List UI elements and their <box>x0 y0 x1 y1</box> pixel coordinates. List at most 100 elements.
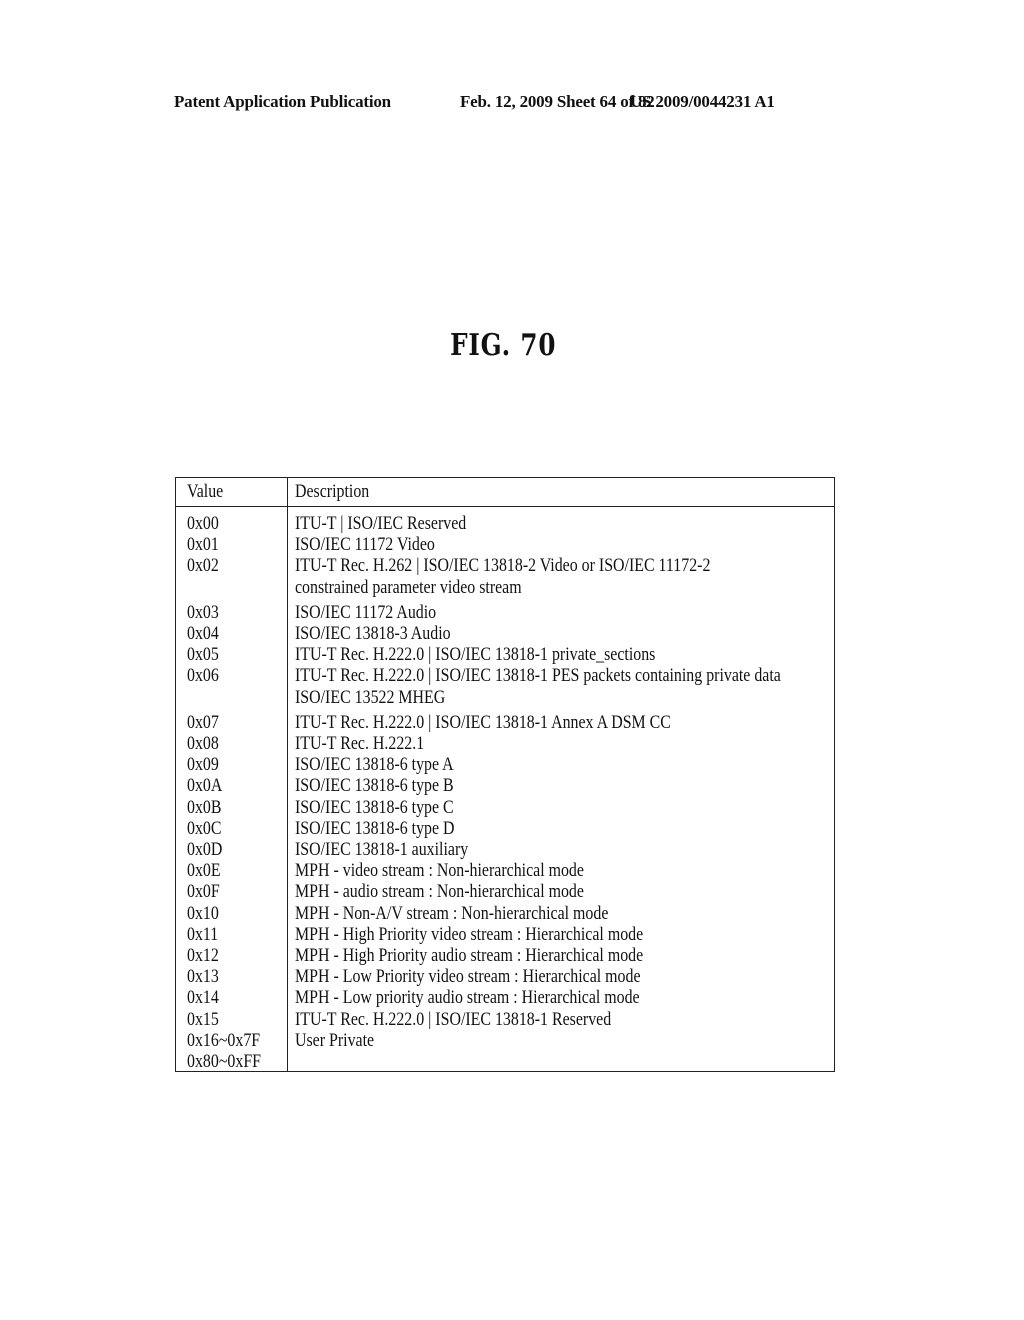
row-value: 0x04 <box>187 624 219 645</box>
row-description: ISO/IEC 11172 Audio <box>295 603 759 624</box>
description-line: ISO/IEC 13818-3 Audio <box>295 624 451 645</box>
table-row: 0x10 MPH - Non-A/V stream : Non-hierarchi… <box>176 904 834 925</box>
table-row: 0x0D ISO/IEC 13818-1 auxiliary <box>176 840 834 861</box>
description-line: MPH - High Priority audio stream : Hiera… <box>295 946 644 967</box>
row-value: 0x07 <box>187 712 219 733</box>
table-row: 0x13 MPH - Low Priority video stream : Hi… <box>176 967 834 988</box>
row-value: 0x15 <box>187 1009 219 1030</box>
stream-type-table: Value Description 0x00 ITU-T | ISO/IEC Re… <box>175 477 835 1072</box>
row-value: 0x80~0xFF <box>187 1052 262 1073</box>
row-description: ISO/IEC 13818-3 Audio <box>295 624 759 645</box>
publication-type: Patent Application Publication <box>174 92 391 111</box>
row-value: 0x0F <box>187 882 220 903</box>
description-line: ISO/IEC 13818-6 type C <box>295 797 454 818</box>
row-description: MPH - audio stream : Non-hierarchical mo… <box>295 882 759 903</box>
row-value: 0x0B <box>187 797 222 818</box>
row-value: 0x13 <box>187 967 219 988</box>
row-value: 0x01 <box>187 535 219 556</box>
row-value: 0x12 <box>187 946 219 967</box>
row-value: 0x0A <box>187 776 223 797</box>
row-value: 0x00 <box>187 514 219 534</box>
description-line: ITU-T Rec. H.262 | ISO/IEC 13818-2 Video… <box>295 556 711 577</box>
row-value: 0x0E <box>187 861 221 882</box>
description-line: User Private <box>295 1030 375 1051</box>
description-line: MPH - audio stream : Non-hierarchical mo… <box>295 882 584 903</box>
row-description: ISO/IEC 13818-6 type A <box>295 755 759 776</box>
description-line: ISO/IEC 13818-6 type A <box>295 755 454 776</box>
row-description: ISO/IEC 11172 Video <box>295 535 759 556</box>
description-line: ISO/IEC 11172 Audio <box>295 602 437 623</box>
description-line: ISO/IEC 13522 MHEG <box>295 687 446 708</box>
description-line: ITU-T Rec. H.222.0 | ISO/IEC 13818-1 Ann… <box>295 712 671 733</box>
row-value: 0x02 <box>187 556 219 577</box>
row-description: ITU-T Rec. H.222.0 | ISO/IEC 13818-1 Res… <box>295 1010 759 1031</box>
row-description <box>295 1052 759 1073</box>
table-row: 0x03 ISO/IEC 11172 Audio <box>176 603 834 624</box>
row-value: 0x10 <box>187 903 219 924</box>
row-value: 0x16~0x7F <box>187 1030 261 1051</box>
table-row: 0x14 MPH - Low priority audio stream : Hi… <box>176 988 834 1009</box>
row-value: 0x0D <box>187 840 223 861</box>
row-description: ITU-T Rec. H.222.0 | ISO/IEC 13818-1 Ann… <box>295 713 759 734</box>
row-value: 0x14 <box>187 988 219 1009</box>
row-description: ITU-T Rec. H.222.0 | ISO/IEC 13818-1 pri… <box>295 645 759 666</box>
figure-title: FIG. 70 <box>450 328 557 363</box>
row-description: MPH - Non-A/V stream : Non-hierarchical … <box>295 904 759 925</box>
table-row: 0x0A ISO/IEC 13818-6 type B <box>176 776 834 797</box>
table-row: 0x09 ISO/IEC 13818-6 type A <box>176 755 834 776</box>
row-description: MPH - Low priority audio stream : Hierar… <box>295 988 759 1009</box>
table-row: 0x01 ISO/IEC 11172 Video <box>176 535 834 556</box>
table-row: 0x0E MPH - video stream : Non-hierarchica… <box>176 861 834 882</box>
table-row: 0x07 ITU-T Rec. H.222.0 | ISO/IEC 13818-1… <box>176 713 834 734</box>
row-value: 0x05 <box>187 645 219 666</box>
description-line: MPH - Low priority audio stream : Hierar… <box>295 988 640 1009</box>
description-line: ISO/IEC 13818-6 type B <box>295 776 454 797</box>
description-line: ISO/IEC 13818-1 auxiliary <box>295 840 469 861</box>
table-row: 0x04 ISO/IEC 13818-3 Audio <box>176 624 834 645</box>
row-description: MPH - High Priority audio stream : Hiera… <box>295 946 759 967</box>
table-row: 0x0F MPH - audio stream : Non-hierarchica… <box>176 882 834 903</box>
row-value: 0x09 <box>187 755 219 776</box>
column-header-description: Description <box>295 482 370 502</box>
row-description: ISO/IEC 13818-6 type D <box>295 819 759 840</box>
description-line: MPH - High Priority video stream : Hiera… <box>295 924 644 945</box>
table-row: 0x06 ITU-T Rec. H.222.0 | ISO/IEC 13818-1… <box>176 666 834 708</box>
row-description: ISO/IEC 13818-1 auxiliary <box>295 840 759 861</box>
header-divider <box>176 506 834 507</box>
table-row: 0x80~0xFF <box>176 1052 834 1073</box>
row-description: ITU-T Rec. H.222.0 | ISO/IEC 13818-1 PES… <box>295 666 781 708</box>
description-line: ITU-T Rec. H.222.0 | ISO/IEC 13818-1 Res… <box>295 1009 612 1030</box>
description-line: MPH - video stream : Non-hierarchical mo… <box>295 861 584 882</box>
description-line: MPH - Non-A/V stream : Non-hierarchical … <box>295 903 609 924</box>
row-description: MPH - video stream : Non-hierarchical mo… <box>295 861 759 882</box>
description-line <box>295 1052 759 1073</box>
table-row: 0x12 MPH - High Priority audio stream : H… <box>176 946 834 967</box>
row-description: User Private <box>295 1031 759 1052</box>
row-value: 0x03 <box>187 602 219 623</box>
publication-number: US 2009/0044231 A1 <box>630 92 775 111</box>
row-value: 0x0C <box>187 818 222 839</box>
table-row: 0x00 ITU-T | ISO/IEC Reserved <box>176 514 834 535</box>
description-line: ISO/IEC 11172 Video <box>295 535 435 556</box>
row-description: ITU-T | ISO/IEC Reserved <box>295 514 759 535</box>
description-line: MPH - Low Priority video stream : Hierar… <box>295 967 641 988</box>
table-row: 0x08 ITU-T Rec. H.222.1 <box>176 734 834 755</box>
description-line: ITU-T Rec. H.222.0 | ISO/IEC 13818-1 pri… <box>295 645 656 666</box>
description-line: ITU-T | ISO/IEC Reserved <box>295 514 467 534</box>
row-description: MPH - High Priority video stream : Hiera… <box>295 925 759 946</box>
table-row: 0x11 MPH - High Priority video stream : H… <box>176 925 834 946</box>
row-description: MPH - Low Priority video stream : Hierar… <box>295 967 759 988</box>
row-description: ISO/IEC 13818-6 type B <box>295 776 759 797</box>
table-body: 0x00 ITU-T | ISO/IEC Reserved 0x01 ISO/IEC … <box>176 514 834 1073</box>
table-row: 0x16~0x7F User Private <box>176 1031 834 1052</box>
publication-header: Patent Application Publication Feb. 12, … <box>0 92 1024 114</box>
description-line: ITU-T Rec. H.222.1 <box>295 734 425 755</box>
description-line: ISO/IEC 13818-6 type D <box>295 818 455 839</box>
table-row: 0x02 ITU-T Rec. H.262 | ISO/IEC 13818-2 V… <box>176 556 834 598</box>
row-description: ITU-T Rec. H.262 | ISO/IEC 13818-2 Video… <box>295 556 759 598</box>
row-description: ITU-T Rec. H.222.1 <box>295 734 759 755</box>
column-header-value: Value <box>187 482 224 502</box>
row-description: ISO/IEC 13818-6 type C <box>295 798 759 819</box>
table-row: 0x05 ITU-T Rec. H.222.0 | ISO/IEC 13818-1… <box>176 645 834 666</box>
table-row: 0x0B ISO/IEC 13818-6 type C <box>176 798 834 819</box>
